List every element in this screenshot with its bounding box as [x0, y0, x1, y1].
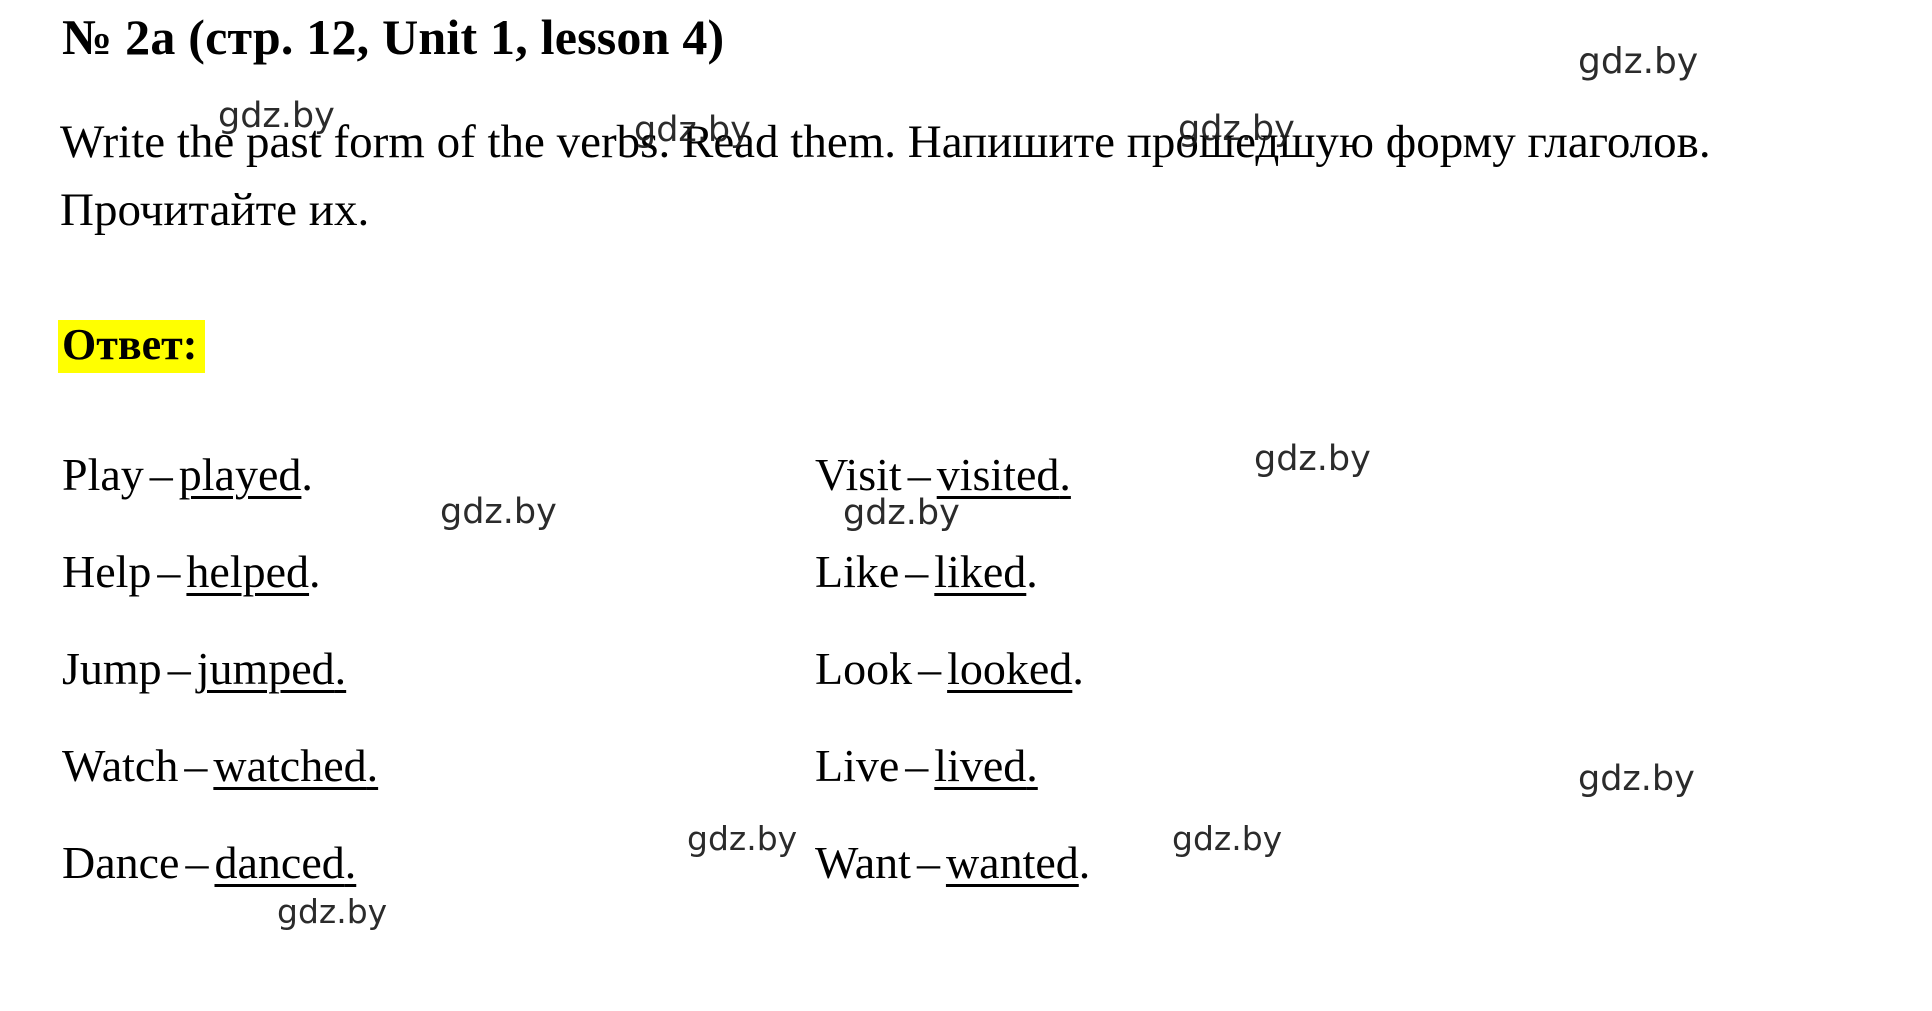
verb-period: .: [344, 837, 357, 888]
verb-past-form: liked: [934, 546, 1027, 597]
watermark: gdz.by: [277, 892, 388, 931]
verb-period: .: [1026, 546, 1038, 597]
verb-past-form: danced.: [214, 837, 357, 888]
verb-base-form: Look: [815, 643, 913, 694]
verb-period: .: [1026, 740, 1038, 791]
verb-past-form: lived.: [934, 740, 1038, 791]
verb-past-form: played: [178, 449, 302, 500]
verb-dash: –: [184, 740, 208, 791]
watermark: gdz.by: [1172, 819, 1283, 858]
verb-base-form: Jump: [62, 643, 162, 694]
verb-past-form: watched.: [213, 740, 379, 791]
watermark: gdz.by: [1178, 109, 1295, 149]
verb-period: .: [301, 449, 313, 500]
watermark: gdz.by: [1578, 759, 1695, 799]
verb-period: .: [1078, 837, 1091, 888]
verb-period: .: [1072, 643, 1084, 694]
verb-pair-dance: Dance – danced.: [62, 840, 356, 886]
watermark: gdz.by: [1578, 41, 1699, 82]
verb-past-form: jumped.: [196, 643, 347, 694]
verb-base-form: Live: [815, 740, 900, 791]
verb-dash: –: [916, 837, 940, 888]
worksheet-page: № 2а (стр. 12, Unit 1, lesson 4) Write t…: [0, 0, 1932, 1011]
verb-pair-visit: Visit – visited.: [815, 452, 1071, 498]
verb-period: .: [309, 546, 321, 597]
verb-base-form: Like: [815, 546, 900, 597]
verb-row: Play – played. Visit – visited.: [0, 452, 1932, 549]
watermark: gdz.by: [843, 493, 960, 533]
watermark: gdz.by: [634, 110, 751, 150]
verb-past-form: helped: [186, 546, 310, 597]
verb-dash: –: [157, 546, 181, 597]
verb-past-form: looked: [947, 643, 1073, 694]
verb-dash: –: [905, 740, 929, 791]
verb-pair-jump: Jump – jumped.: [62, 646, 346, 692]
watermark: gdz.by: [218, 96, 335, 136]
verb-row: Jump – jumped. Look – looked.: [0, 646, 1932, 743]
verb-pair-look: Look – looked.: [815, 646, 1084, 692]
verb-list: Play – played. Visit – visited. Help – helped. Li…: [0, 452, 1932, 937]
verb-dash: –: [149, 449, 173, 500]
verb-pair-live: Live – lived.: [815, 743, 1038, 789]
verb-pair-like: Like – liked.: [815, 549, 1038, 595]
verb-base-form: Want: [815, 837, 911, 888]
verb-pair-watch: Watch – watched.: [62, 743, 378, 789]
watermark: gdz.by: [1254, 439, 1371, 479]
verb-dash: –: [905, 546, 929, 597]
verb-dash: –: [167, 643, 191, 694]
verb-dash: –: [185, 837, 209, 888]
watermark: gdz.by: [687, 819, 798, 858]
verb-base-form: Play: [62, 449, 144, 500]
verb-period: .: [366, 740, 379, 791]
verb-base-form: Watch: [62, 740, 179, 791]
verb-dash: –: [918, 643, 942, 694]
page-title: № 2а (стр. 12, Unit 1, lesson 4): [62, 9, 725, 65]
verb-past-form: wanted: [945, 837, 1079, 888]
verb-period: .: [334, 643, 347, 694]
verb-pair-help: Help – helped.: [62, 549, 321, 595]
verb-period: .: [1059, 449, 1071, 500]
watermark: gdz.by: [440, 492, 557, 532]
verb-pair-play: Play – played.: [62, 452, 313, 498]
answer-label: Ответ:: [58, 320, 206, 373]
verb-pair-want: Want – wanted.: [815, 840, 1090, 886]
verb-base-form: Help: [62, 546, 152, 597]
verb-row: Help – helped. Like – liked.: [0, 549, 1932, 646]
verb-base-form: Dance: [62, 837, 180, 888]
